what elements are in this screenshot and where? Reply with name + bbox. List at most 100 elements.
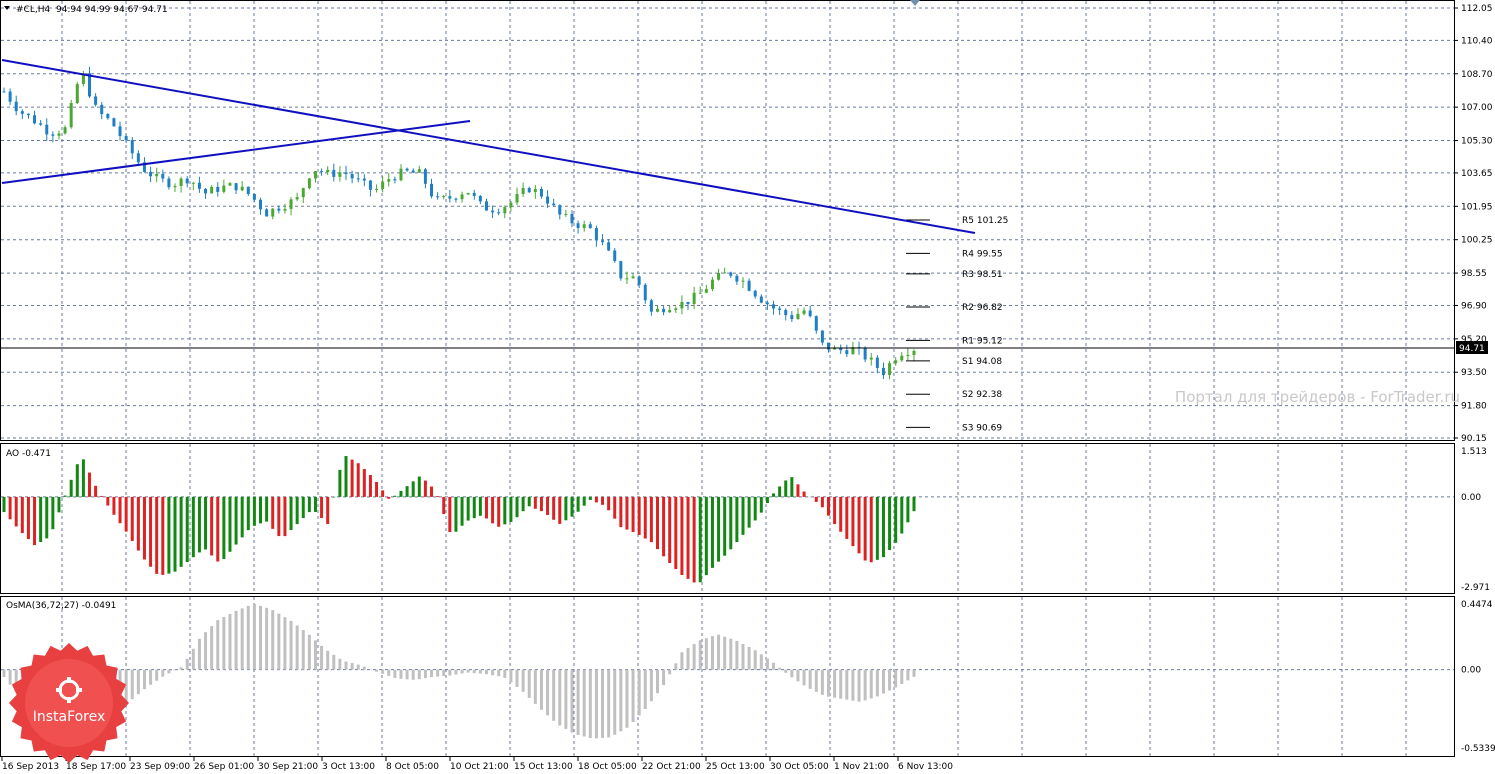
candle-body — [649, 300, 653, 312]
chart-shift-marker-icon[interactable] — [910, 0, 920, 6]
chart-canvas[interactable]: Портал для трейдеров - ForTrader.ru R5 1… — [0, 0, 1495, 774]
osma-tick-label: 0.4474 — [1461, 600, 1493, 610]
candle-body — [332, 169, 336, 177]
instaforex-logo: InstaForex — [9, 643, 129, 763]
candle-body — [393, 179, 397, 181]
candle-body — [338, 172, 342, 177]
y-tick-label: 108.70 — [1461, 70, 1493, 80]
candle-body — [106, 114, 110, 119]
candle-body — [845, 350, 849, 355]
price-candles — [2, 66, 916, 380]
candle-body — [442, 196, 446, 198]
symbol-label: #CL,H4 — [16, 5, 50, 15]
ao-title: AO -0.471 — [6, 449, 51, 459]
candle-body — [759, 296, 763, 303]
watermark-group: Портал для трейдеров - ForTrader.ru — [1175, 388, 1460, 406]
candle-body — [411, 170, 415, 173]
y-tick-label: 90.15 — [1461, 434, 1487, 444]
pivot-label: S1 94.08 — [962, 357, 1002, 367]
candle-body — [875, 357, 879, 368]
candle-body — [387, 179, 391, 182]
candle-body — [51, 134, 55, 136]
candle-body — [216, 186, 220, 192]
candle-body — [368, 180, 372, 190]
candle-body — [313, 171, 317, 179]
candle-body — [564, 213, 568, 215]
candle-body — [717, 272, 721, 280]
watermark: Портал для трейдеров - ForTrader.ru — [1175, 388, 1460, 406]
candle-body — [662, 308, 666, 313]
candle-body — [466, 192, 470, 195]
candle-body — [527, 187, 531, 193]
candle-body — [533, 188, 537, 193]
candle-body — [14, 101, 18, 112]
candle-body — [33, 115, 37, 124]
candle-body — [747, 280, 751, 291]
x-tick-label: 30 Sep 21:00 — [258, 762, 318, 772]
candle-body — [472, 192, 476, 196]
candle-body — [167, 178, 171, 188]
osma-tick-label: 0.00 — [1461, 666, 1481, 676]
candle-body — [326, 169, 330, 173]
candle-body — [698, 292, 702, 294]
candle-body — [307, 178, 311, 189]
y-tick-label: 103.65 — [1461, 169, 1493, 179]
candle-body — [405, 168, 409, 171]
pivot-label: S3 90.69 — [962, 423, 1002, 433]
candle-body — [869, 357, 873, 360]
candle-body — [802, 310, 806, 314]
trendline-resistance[interactable] — [1, 59, 976, 234]
x-tick-label: 16 Sep 2013 — [2, 762, 59, 772]
logo-text: InstaForex — [33, 709, 106, 725]
osma-histogram — [2, 603, 916, 740]
candle-body — [710, 279, 714, 290]
candle-body — [729, 272, 733, 276]
candle-body — [576, 223, 580, 228]
y-tick-label: 100.25 — [1461, 236, 1493, 246]
candle-body — [265, 209, 269, 217]
candle-body — [185, 178, 189, 184]
ao-histogram — [2, 456, 916, 583]
candle-body — [204, 188, 208, 194]
y-tick-label: 95.20 — [1461, 335, 1487, 345]
candle-body — [912, 350, 916, 355]
x-tick-label: 30 Oct 05:00 — [770, 762, 829, 772]
candle-body — [509, 202, 513, 208]
candle-body — [607, 242, 611, 251]
x-tick-label: 23 Sep 09:00 — [130, 762, 190, 772]
candle-body — [637, 276, 641, 285]
pivot-label: R4 99.55 — [962, 249, 1003, 259]
pivot-label: R2 96.82 — [962, 303, 1003, 313]
candle-body — [234, 183, 238, 191]
candle-body — [460, 194, 464, 200]
candle-body — [796, 313, 800, 320]
candle-body — [613, 250, 617, 262]
price-axis: 112.05 110.40 108.70 107.00 105.30 103.65 101.… — [1454, 4, 1495, 754]
x-tick-label: 22 Oct 21:00 — [642, 762, 701, 772]
x-tick-label: 3 Oct 13:00 — [322, 762, 375, 772]
x-tick-label: 1 Nov 21:00 — [834, 762, 889, 772]
y-tick-label: 96.90 — [1461, 301, 1487, 311]
candle-body — [423, 169, 427, 184]
ao-tick-label: 1.513 — [1461, 447, 1487, 457]
candle-body — [39, 123, 43, 125]
candle-body — [375, 188, 379, 190]
candle-body — [588, 224, 592, 229]
y-tick-label: 112.05 — [1461, 4, 1493, 14]
x-tick-label: 6 Nov 13:00 — [898, 762, 953, 772]
candle-body — [631, 276, 635, 279]
price-pane-border — [0, 0, 1455, 441]
candle-body — [643, 284, 647, 301]
candle-body — [289, 199, 293, 209]
candle-body — [130, 140, 134, 154]
candle-body — [112, 118, 116, 127]
pivot-label: S2 92.38 — [962, 390, 1002, 400]
trading-chart-window[interactable]: Портал для трейдеров - ForTrader.ru R5 1… — [0, 0, 1495, 774]
candle-body — [417, 169, 421, 173]
y-tick-label: 101.95 — [1461, 202, 1493, 212]
candle-body — [723, 272, 727, 274]
candle-body — [259, 199, 263, 210]
y-tick-label: 105.30 — [1461, 137, 1493, 147]
candle-body — [881, 367, 885, 376]
candle-body — [277, 208, 281, 211]
